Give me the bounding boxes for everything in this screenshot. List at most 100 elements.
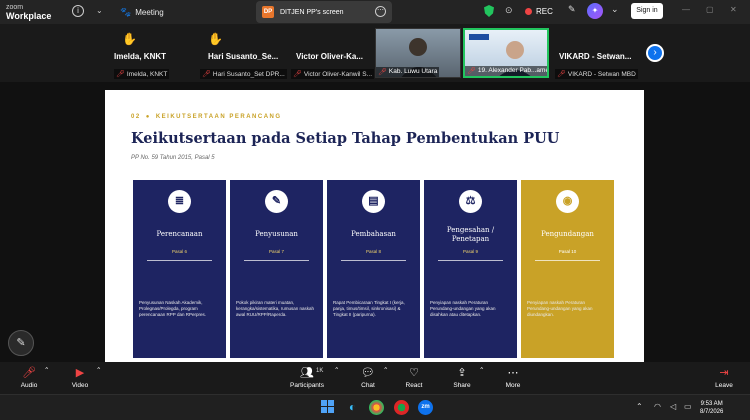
participant-name: Imelda, KNKT: [114, 52, 167, 61]
sign-in-button[interactable]: Sign in: [631, 3, 663, 19]
windows-start-icon[interactable]: [320, 400, 335, 415]
participant-tile[interactable]: ✋ Imelda, KNKT 🎤︎ Imelda, KNKT: [114, 28, 184, 79]
shield-icon[interactable]: [484, 5, 494, 17]
chat-button[interactable]: 💬︎ Chat: [357, 366, 379, 389]
leave-label: Leave: [715, 382, 733, 389]
chat-options-caret[interactable]: ⌃: [383, 366, 388, 374]
participant-caption: 🎤︎ Imelda, KNKT: [114, 69, 170, 79]
share-options-caret[interactable]: ⌃: [479, 366, 484, 374]
close-icon[interactable]: ✕: [730, 5, 737, 14]
participant-caption-text: Hari Susanto_Set DPR...: [212, 70, 285, 78]
mic-muted-icon: 🎤︎: [116, 71, 125, 78]
wifi-icon[interactable]: ◠: [654, 402, 661, 411]
more-button[interactable]: ⋯ More: [502, 366, 524, 389]
card-divider: [438, 260, 503, 261]
tray-chevron-icon[interactable]: ⌃: [636, 402, 643, 411]
participant-name: Hari Susanto_Se...: [208, 52, 279, 61]
participant-tile[interactable]: VIKARD - Setwan... 🎤︎ VIKARD - Setwan MBD: [555, 28, 640, 79]
mic-muted-icon: 🎤︎: [293, 71, 302, 78]
card-title: Penyusunan: [255, 230, 298, 238]
card-pasal: Pasal 10: [558, 249, 577, 254]
card-divider: [341, 260, 406, 261]
participant-tile[interactable]: Victor Oliver-Ka... 🎤︎ Victor Oliver-Kanw…: [291, 28, 375, 79]
participant-caption: 🎤︎ Hari Susanto_Set DPR...: [200, 69, 287, 79]
slide-subtitle: PP No. 59 Tahun 2015, Pasal 5: [131, 155, 215, 161]
battery-icon[interactable]: ▭: [684, 402, 692, 411]
participant-caption: 🎤︎ Victor Oliver-Kanwil S...: [291, 69, 375, 79]
participant-caption-text: Victor Oliver-Kanwil S...: [303, 70, 373, 78]
more-icon: ⋯: [507, 367, 519, 379]
video-off-icon: ▶︎: [75, 367, 85, 379]
chevron-down-icon[interactable]: ⌄: [96, 6, 103, 15]
tools-icon[interactable]: ✎: [568, 4, 576, 15]
brand-line2: Workplace: [6, 11, 52, 21]
chrome-icon[interactable]: [369, 400, 384, 415]
gavel-icon: ⚖: [459, 190, 482, 213]
zoom-app-icon[interactable]: zm: [418, 400, 433, 415]
raised-hand-icon: ✋: [208, 32, 223, 46]
card-description: Penyiapan naskah Peraturan Perundang-und…: [430, 300, 496, 317]
participant-caption-text: VIKARD - Setwan MBD: [567, 70, 636, 78]
recording-indicator[interactable]: REC: [525, 3, 553, 20]
share-icon: ⇪: [457, 367, 467, 379]
paw-icon: 🐾: [120, 6, 132, 17]
active-speaker-video[interactable]: 🎤︎ 19. Alexander Pab...ame...: [463, 28, 549, 78]
card-description: Pokok pikiran materi muatan, kerangka/si…: [236, 300, 315, 317]
edge-icon[interactable]: ◐: [345, 400, 360, 415]
card-divider: [535, 260, 600, 261]
participant-caption: 🎤︎ VIKARD - Setwan MBD: [555, 69, 638, 79]
maximize-icon[interactable]: ▢: [706, 5, 714, 14]
globe-icon: ◉: [556, 190, 579, 213]
system-clock[interactable]: 9:53 AM 8/7/2026: [700, 400, 723, 416]
video-button[interactable]: ▶︎ Video: [68, 366, 92, 389]
next-page-button[interactable]: ›: [646, 44, 664, 62]
rec-label: REC: [536, 7, 553, 16]
volume-icon[interactable]: ◁: [670, 402, 676, 411]
card-pasal: Pasal 8: [365, 249, 381, 254]
meeting-label: Meeting: [135, 7, 164, 17]
participants-label: Participants: [290, 382, 324, 389]
card-divider: [147, 260, 212, 261]
card-title: Pembahasan: [351, 230, 396, 238]
chevron-down-icon[interactable]: ⌄: [611, 4, 619, 15]
card-title: Pengundangan: [541, 230, 594, 238]
info-icon[interactable]: i: [72, 5, 84, 17]
participants-count: 1K: [316, 368, 324, 374]
video-options-caret[interactable]: ⌃: [96, 366, 101, 374]
windows-logo: [321, 400, 334, 413]
card-divider: [244, 260, 309, 261]
clock-date: 8/7/2026: [700, 409, 724, 415]
video-label: Video: [71, 382, 89, 389]
heart-icon: ♡: [409, 367, 419, 379]
participant-name: VIKARD - Setwan...: [559, 52, 632, 61]
card-pasal: Pasal 9: [462, 249, 478, 254]
pencil-icon: ✎: [16, 337, 26, 349]
react-button[interactable]: ♡ React: [403, 366, 425, 389]
participants-options-caret[interactable]: ⌃: [334, 366, 339, 374]
participant-strip: ✋ Imelda, KNKT 🎤︎ Imelda, KNKT ✋ Hari Sus…: [0, 24, 750, 82]
sharer-badge: DP: [262, 6, 274, 18]
clock-time: 9:53 AM: [700, 401, 723, 407]
audio-button[interactable]: 🎤︎ Audio: [18, 366, 40, 389]
audio-options-caret[interactable]: ⌃: [44, 366, 49, 374]
meeting-button[interactable]: 🐾 Meeting: [120, 4, 164, 20]
chrome-profile-icon[interactable]: [394, 400, 409, 415]
minimize-icon[interactable]: —: [682, 5, 690, 14]
more-options-icon[interactable]: ⋯: [375, 6, 386, 17]
eyebrow-bullet: ●: [145, 114, 151, 120]
zoom-logo: zoom Workplace: [6, 3, 51, 21]
card-description: Penyusunan Naskah Akademik, Prolegnas/Pr…: [139, 300, 206, 317]
presentation-slide: 02 ● KEIKUTSERTAAN PERANCANG Keikutsertaan…: [105, 90, 644, 362]
annotate-button[interactable]: ✎: [8, 330, 34, 356]
participant-tile[interactable]: ✋ Hari Susanto_Se... 🎤︎ Hari Susanto_Set …: [200, 28, 287, 79]
video-caption: 🎤︎ Kab. Luwu Utara: [376, 67, 440, 77]
security-icon[interactable]: ⊙: [505, 5, 513, 16]
ai-companion-icon[interactable]: ✦: [587, 3, 603, 19]
share-button[interactable]: ⇪ Share: [451, 366, 473, 389]
share-label: Share: [453, 382, 471, 389]
react-label: React: [405, 382, 423, 389]
leave-button[interactable]: ⇥ Leave: [712, 366, 736, 389]
participant-video[interactable]: 🎤︎ Kab. Luwu Utara: [375, 28, 461, 78]
audio-label: Audio: [20, 382, 38, 389]
shared-screen-tab[interactable]: DP DITJEN PP's screen ⋯: [256, 1, 392, 23]
